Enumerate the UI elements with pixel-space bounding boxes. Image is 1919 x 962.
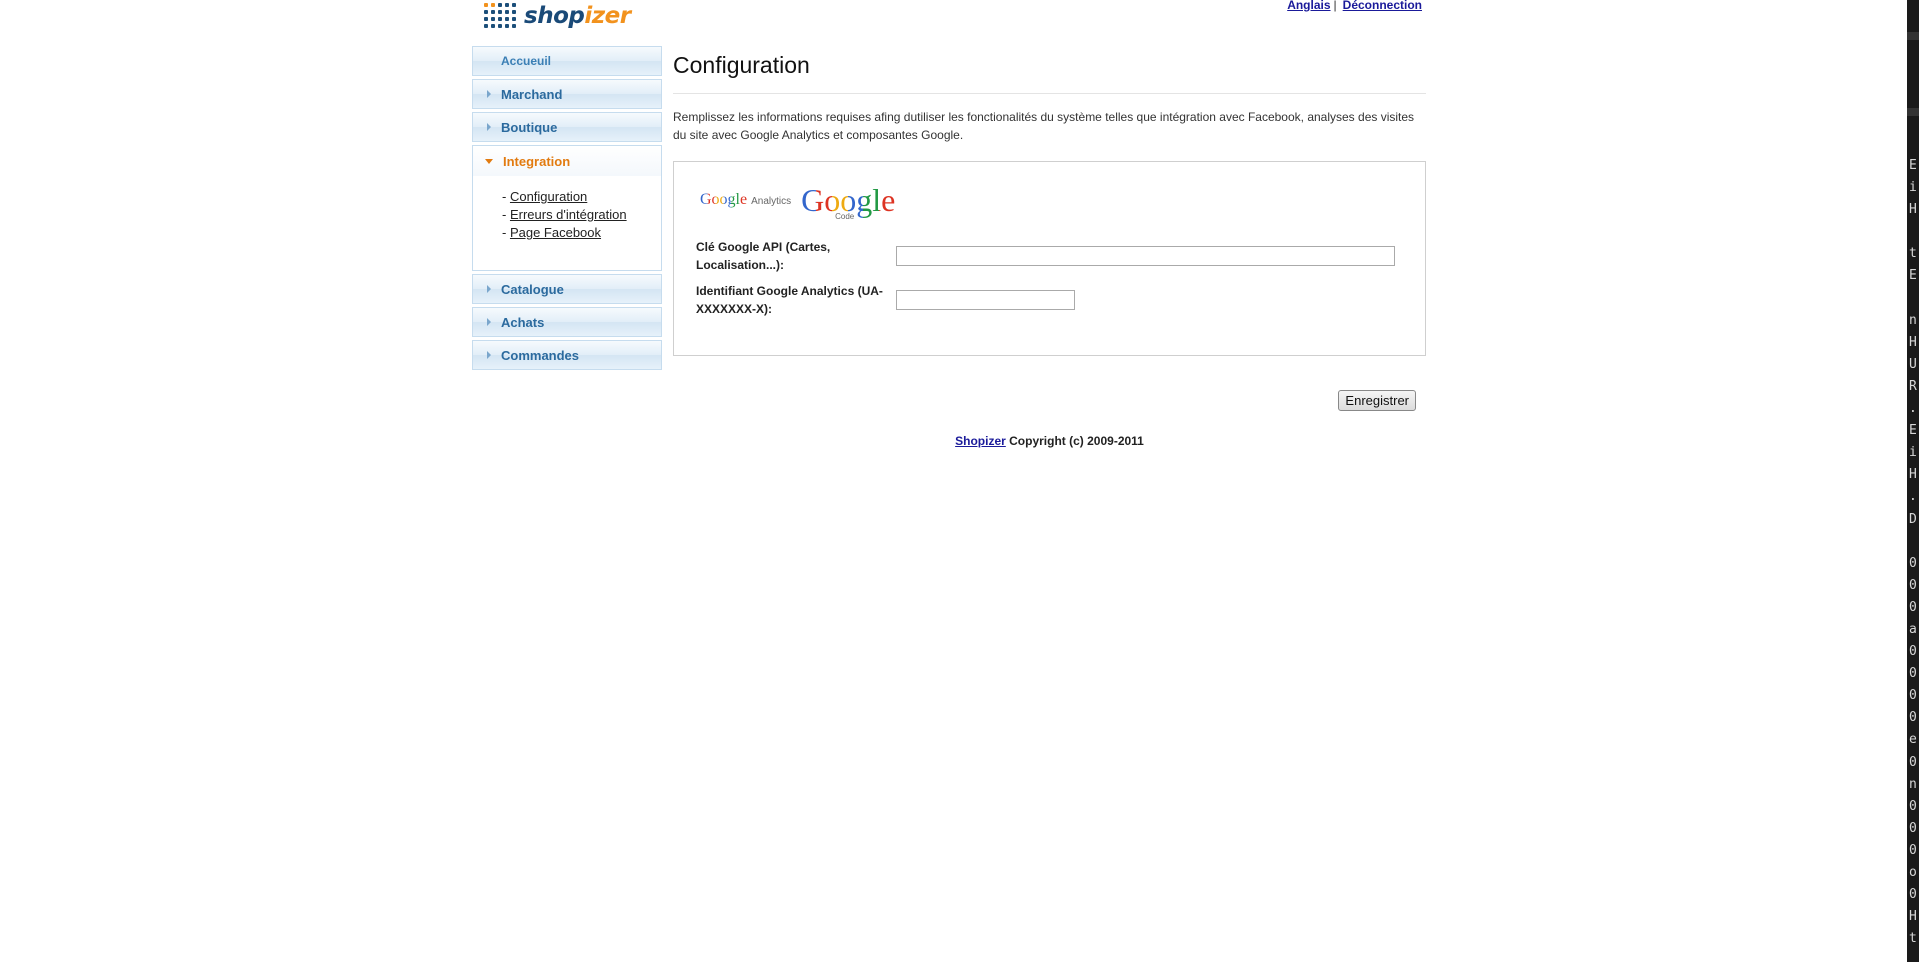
sidebar-item-store[interactable]: Boutique [472, 112, 662, 142]
submenu-link-facebook-page[interactable]: Page Facebook [510, 225, 601, 240]
footer-copyright: Copyright (c) 2009-2011 [1005, 434, 1144, 448]
logo-dots-icon [484, 0, 520, 32]
separator: | [1333, 0, 1337, 12]
arrow-right-icon [487, 123, 491, 131]
analytics-id-label: Identifiant Google Analytics (UA-XXXXXXX… [696, 284, 883, 316]
save-button[interactable]: Enregistrer [1338, 390, 1416, 411]
sidebar-item-integration[interactable]: Integration [473, 146, 661, 176]
api-key-row: Clé Google API (Cartes, Localisation...)… [696, 238, 1395, 274]
analytics-id-row: Identifiant Google Analytics (UA-XXXXXXX… [696, 282, 1075, 318]
sidebar-item-catalogue[interactable]: Catalogue [472, 274, 662, 304]
api-key-label: Clé Google API (Cartes, Localisation...)… [696, 240, 831, 272]
google-analytics-sub: Analytics [751, 196, 792, 207]
language-link[interactable]: Anglais [1287, 0, 1330, 12]
sidebar-section-integration: Integration - Configuration - Erreurs d'… [472, 145, 662, 271]
arrow-right-icon [487, 318, 491, 326]
page-title: Configuration [673, 52, 810, 78]
bullet-dash: - [502, 189, 510, 204]
google-code-sub: Code [835, 212, 855, 221]
sidebar-item-label: Commandes [501, 347, 580, 363]
google-analytics-logo: Google Analytics [700, 191, 791, 209]
sidebar-item-home[interactable]: Accueuil [472, 46, 662, 76]
terminal-text: E i H t E n H U R . E i H . D 0 0 0 a 0 … [1909, 158, 1917, 947]
submenu-item: - Erreurs d'intégration [502, 206, 661, 224]
bullet-dash: - [502, 207, 510, 222]
sidebar-item-orders[interactable]: Commandes [472, 340, 662, 370]
submenu-item: - Page Facebook [502, 224, 661, 242]
footer-shopizer-link[interactable]: Shopizer [955, 434, 1006, 448]
config-panel: Google Analytics Google Code Clé Google … [673, 161, 1426, 356]
sidebar-item-label: Boutique [501, 119, 558, 135]
sidebar-item-label: Marchand [501, 86, 563, 102]
google-code-logo: Google Code [801, 184, 895, 221]
sidebar-item-merchant[interactable]: Marchand [472, 79, 662, 109]
sidebar-item-label: Catalogue [501, 281, 564, 297]
sidebar-item-label: Achats [501, 314, 545, 330]
intro-text: Remplissez les informations requises afi… [673, 110, 1415, 142]
integration-submenu: - Configuration - Erreurs d'intégration … [473, 188, 661, 270]
submenu-link-configuration[interactable]: Configuration [510, 189, 587, 204]
submenu-item: - Configuration [502, 188, 661, 206]
main-content: Configuration Remplissez les information… [673, 40, 1426, 448]
logout-link[interactable]: Déconnection [1343, 0, 1422, 12]
top-links: Anglais | Déconnection [1287, 0, 1422, 12]
sidebar-item-purchases[interactable]: Achats [472, 307, 662, 337]
footer: Shopizer Copyright (c) 2009-2011 [673, 434, 1426, 448]
analytics-id-input[interactable] [896, 290, 1075, 310]
google-logos: Google Analytics Google Code [700, 184, 895, 221]
shopizer-logo[interactable]: shopizer [484, 0, 631, 32]
arrow-right-icon [487, 351, 491, 359]
sidebar-nav: Accueuil Marchand Boutique Integration -… [472, 46, 662, 373]
bullet-dash: - [502, 225, 510, 240]
terminal-tab-marker [1907, 108, 1919, 116]
api-key-input[interactable] [896, 246, 1395, 266]
submenu-link-integration-errors[interactable]: Erreurs d'intégration [510, 207, 627, 222]
terminal-tab-marker [1907, 32, 1919, 40]
sidebar-item-label: Integration [503, 153, 571, 169]
divider [673, 93, 1426, 94]
arrow-down-icon [485, 158, 493, 164]
arrow-right-icon [487, 285, 491, 293]
arrow-right-icon [487, 90, 491, 98]
logo-text: shopizer [524, 2, 631, 29]
terminal-window-edge: E i H t E n H U R . E i H . D 0 0 0 a 0 … [1907, 0, 1919, 962]
google-analytics-word: Google [700, 191, 748, 208]
sidebar-item-label: Accueuil [501, 54, 552, 68]
